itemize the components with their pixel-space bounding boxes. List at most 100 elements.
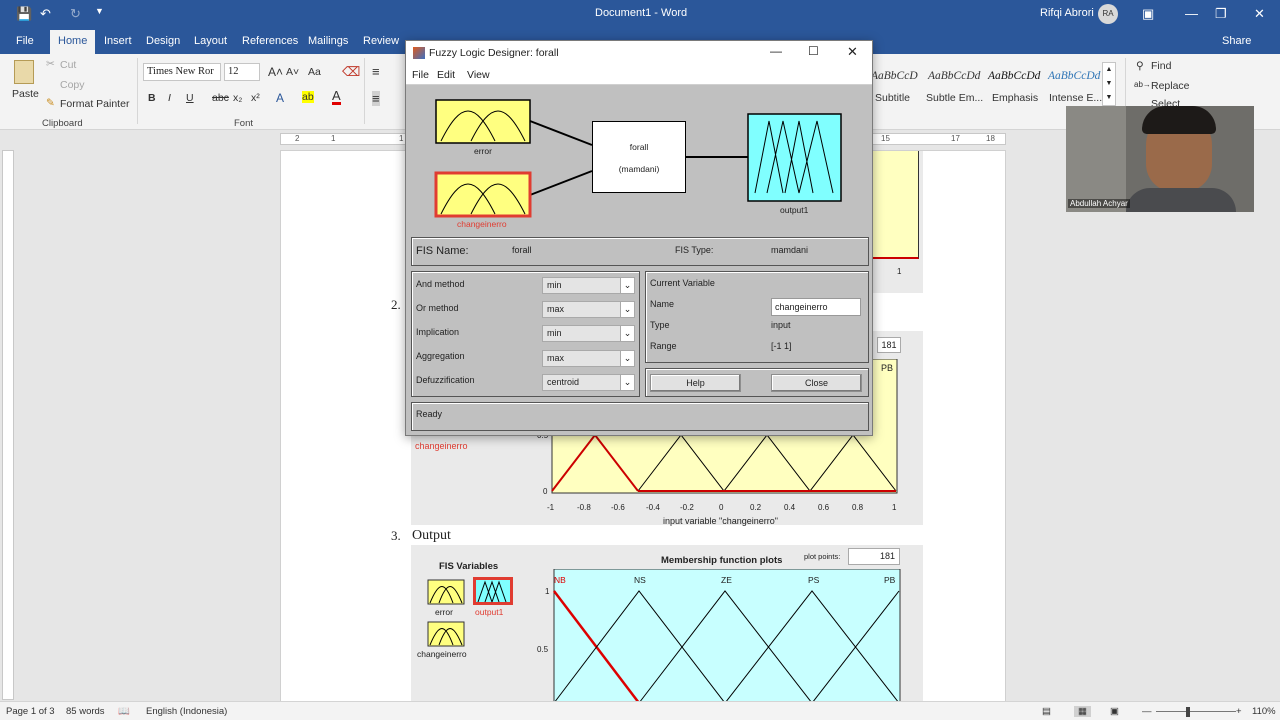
dialog-title-bar[interactable]: Fuzzy Logic Designer: forall — ☐ ✕ — [406, 41, 872, 65]
dialog-minimize-icon[interactable]: — — [770, 44, 782, 58]
avatar[interactable]: RA — [1098, 4, 1118, 24]
highlight-icon[interactable]: ab — [302, 91, 314, 103]
strikethrough-icon[interactable]: abc — [212, 92, 229, 104]
read-mode-icon[interactable]: ▤ — [1042, 706, 1051, 717]
menu-view[interactable]: View — [467, 69, 490, 81]
bullets-icon[interactable]: ≡ — [372, 64, 380, 79]
plot-points-input[interactable]: 181 — [877, 337, 901, 353]
align-left-icon[interactable]: ≡ — [372, 91, 380, 106]
dialog-title: Fuzzy Logic Designer: forall — [429, 47, 559, 59]
style-subtitle[interactable]: Subtitle — [875, 92, 910, 104]
bold-icon[interactable]: B — [148, 92, 156, 104]
defuzzification-select[interactable]: centroid ⌄ — [542, 374, 635, 391]
italic-icon[interactable]: I — [168, 92, 171, 104]
cut-button[interactable]: Cut — [60, 59, 76, 71]
grow-font-icon[interactable]: A˄ — [268, 65, 283, 79]
text-effects-icon[interactable]: A — [276, 91, 284, 105]
style-sample-subtle-emphasis[interactable]: AaBbCcDd — [928, 70, 980, 82]
clear-format-icon[interactable]: ⌫ — [342, 64, 360, 80]
undo-icon[interactable]: ↶ — [40, 6, 51, 22]
user-name[interactable]: Rifqi Abrori — [1040, 7, 1094, 19]
tab-mailings[interactable]: Mailings — [308, 35, 348, 47]
save-icon[interactable]: 💾 — [16, 6, 32, 22]
style-intense-emphasis[interactable]: Intense E... — [1049, 92, 1102, 104]
variable-name-field[interactable]: changeinerro — [771, 298, 861, 316]
mf-plot-output — [553, 569, 901, 711]
zoom-in-icon[interactable]: + — [1236, 706, 1242, 717]
or-method-select[interactable]: max ⌄ — [542, 301, 635, 318]
tab-home[interactable]: Home — [50, 30, 96, 54]
menu-edit[interactable]: Edit — [437, 69, 455, 81]
implication-select[interactable]: min ⌄ — [542, 325, 635, 342]
menu-file[interactable]: File — [412, 69, 429, 81]
paste-button[interactable]: Paste — [12, 88, 39, 100]
var-output-icon[interactable] — [473, 577, 513, 605]
zoom-level[interactable]: 110% — [1252, 706, 1276, 717]
input-changeinerro-block[interactable] — [434, 171, 532, 218]
style-sample-subtitle[interactable]: AaBbCcD — [871, 70, 918, 82]
minimize-icon[interactable]: — — [1185, 6, 1198, 21]
page-count[interactable]: Page 1 of 3 — [6, 706, 55, 717]
replace-button[interactable]: Replace — [1151, 80, 1190, 92]
style-subtle-emphasis[interactable]: Subtle Em... — [926, 92, 983, 104]
redo-icon[interactable]: ↻ — [70, 6, 81, 22]
copy-button[interactable]: Copy — [60, 79, 85, 91]
change-case-icon[interactable]: Aa — [308, 66, 321, 78]
vertical-ruler[interactable] — [2, 150, 14, 700]
status-panel: Ready — [411, 402, 869, 431]
customize-qat-icon[interactable]: ▼ — [95, 6, 104, 16]
style-emphasis[interactable]: Emphasis — [992, 92, 1038, 104]
tab-design[interactable]: Design — [146, 35, 180, 47]
underline-icon[interactable]: U — [186, 92, 194, 104]
shrink-font-icon[interactable]: A˅ — [286, 66, 299, 78]
maximize-icon[interactable]: ❐ — [1215, 6, 1227, 22]
ribbon-display-icon[interactable]: ▣ — [1142, 6, 1154, 22]
styles-gallery-scroll[interactable]: ▲ ▼ ▼ — [1102, 62, 1116, 106]
dialog-maximize-icon[interactable]: ☐ — [808, 44, 819, 58]
style-sample-intense-emphasis[interactable]: AaBbCcDd — [1048, 70, 1100, 82]
aggregation-select[interactable]: max ⌄ — [542, 350, 635, 367]
fuzzy-logic-designer-window[interactable]: Fuzzy Logic Designer: forall — ☐ ✕ File … — [405, 40, 873, 436]
type-label: Type — [650, 320, 670, 330]
web-layout-icon[interactable]: ▣ — [1110, 706, 1119, 717]
plot-points-input[interactable]: 181 — [848, 548, 900, 565]
font-name-combo[interactable]: Times New Ror — [143, 63, 221, 81]
font-size-combo[interactable]: 12 — [224, 63, 260, 81]
input-error-block[interactable] — [435, 99, 531, 144]
output-block[interactable] — [747, 113, 842, 202]
zoom-slider-track[interactable] — [1156, 711, 1236, 712]
proofing-icon[interactable]: 📖 — [118, 706, 130, 717]
close-button[interactable]: Close — [771, 374, 862, 392]
format-painter-button[interactable]: Format Painter — [60, 98, 129, 110]
zoom-slider-thumb[interactable] — [1186, 707, 1190, 717]
help-button[interactable]: Help — [650, 374, 741, 392]
tab-references[interactable]: References — [242, 35, 298, 47]
language-indicator[interactable]: English (Indonesia) — [146, 706, 227, 717]
current-variable-title: Current Variable — [650, 278, 715, 288]
zoom-out-icon[interactable]: — — [1142, 706, 1152, 717]
fis-system-block[interactable]: forall (mamdani) — [592, 121, 686, 193]
tab-layout[interactable]: Layout — [194, 35, 227, 47]
plot-title: Membership function plots — [661, 555, 783, 566]
print-layout-icon[interactable]: ▦ — [1074, 706, 1091, 717]
find-button[interactable]: Find — [1151, 60, 1171, 72]
superscript-icon[interactable]: x² — [251, 92, 260, 104]
tab-file[interactable]: File — [16, 35, 34, 47]
font-color-icon[interactable]: A — [332, 89, 341, 105]
chevron-down-icon: ⌄ — [620, 326, 634, 341]
range-value[interactable]: [-1 1] — [771, 341, 792, 351]
tab-review[interactable]: Review — [363, 35, 399, 47]
close-icon[interactable]: ✕ — [1254, 6, 1265, 22]
dialog-close-icon[interactable]: ✕ — [847, 44, 858, 60]
document-title: Document1 - Word — [595, 7, 688, 19]
mf-label-pb: PB — [884, 575, 896, 585]
var-error-icon[interactable] — [427, 579, 465, 605]
share-button[interactable]: Share — [1222, 35, 1251, 47]
style-sample-emphasis[interactable]: AaBbCcDd — [988, 70, 1040, 82]
word-count[interactable]: 85 words — [66, 706, 105, 717]
paste-icon[interactable] — [14, 60, 34, 84]
subscript-icon[interactable]: x₂ — [233, 92, 242, 104]
and-method-select[interactable]: min ⌄ — [542, 277, 635, 294]
tab-insert[interactable]: Insert — [104, 35, 132, 47]
var-changeinerro-icon[interactable] — [427, 621, 465, 647]
